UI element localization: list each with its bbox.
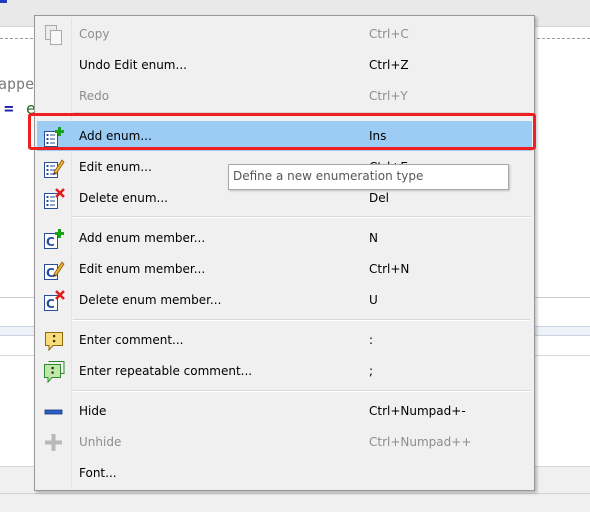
- comment-icon: [43, 330, 65, 352]
- menu-item-edit-enum-member[interactable]: C Edit enum member... Ctrl+N: [37, 254, 532, 284]
- menu-item-shortcut: :: [369, 333, 374, 347]
- delete-enum-member-icon: C: [43, 290, 65, 312]
- menu-item-label: Copy: [79, 27, 110, 41]
- delete-enum-icon: [43, 188, 65, 210]
- edit-enum-member-icon: C: [43, 259, 65, 281]
- menu-item-shortcut: Ctrl+Numpad++: [369, 435, 472, 449]
- hide-icon: [43, 401, 65, 423]
- menu-item-font[interactable]: Font...: [37, 458, 532, 488]
- menu-item-label: Edit enum member...: [79, 262, 206, 276]
- menu-item-label: Font...: [79, 466, 117, 480]
- menu-item-label: Delete enum member...: [79, 293, 222, 307]
- menu-item-label: Enter repeatable comment...: [79, 364, 253, 378]
- repeatable-comment-icon: [43, 361, 65, 384]
- menu-item-label: Unhide: [79, 435, 122, 449]
- menu-item-label: Enter comment...: [79, 333, 184, 347]
- menu-item-enter-comment[interactable]: Enter comment... :: [37, 325, 532, 355]
- menu-item-shortcut: U: [369, 293, 378, 307]
- svg-text:C: C: [46, 266, 55, 280]
- menu-item-undo[interactable]: Undo Edit enum... Ctrl+Z: [37, 50, 532, 80]
- menu-item-shortcut: ;: [369, 364, 374, 378]
- add-enum-member-icon: C: [43, 228, 65, 250]
- menu-item-shortcut: Ctrl+Y: [369, 89, 408, 103]
- menu-item-add-enum[interactable]: Add enum... Ins: [37, 121, 532, 151]
- menu-item-shortcut: N: [369, 231, 378, 245]
- menu-item-label: Redo: [79, 89, 110, 103]
- context-menu: Copy Ctrl+C Undo Edit enum... Ctrl+Z Red…: [34, 15, 535, 491]
- menu-separator: [73, 319, 530, 321]
- menu-item-shortcut: Ins: [369, 129, 387, 143]
- menu-separator: [73, 390, 530, 392]
- menu-item-delete-enum-member[interactable]: C Delete enum member... U: [37, 285, 532, 315]
- menu-item-label: Delete enum...: [79, 191, 168, 205]
- menu-item-label: Hide: [79, 404, 107, 418]
- copy-icon: [43, 24, 65, 46]
- svg-text:C: C: [46, 297, 55, 311]
- editor-code-operator: =: [4, 99, 14, 118]
- menu-separator: [73, 112, 530, 114]
- tooltip: Define a new enumeration type: [228, 164, 509, 190]
- menu-item-label: Add enum...: [79, 129, 152, 143]
- menu-item-redo[interactable]: Redo Ctrl+Y: [37, 81, 532, 111]
- menu-item-shortcut: Ctrl+C: [369, 27, 409, 41]
- menu-item-label: Add enum member...: [79, 231, 206, 245]
- menu-item-shortcut: Ctrl+N: [369, 262, 410, 276]
- editor-accent-mark: [0, 0, 7, 3]
- menu-item-shortcut: Ctrl+Numpad+-: [369, 404, 466, 418]
- svg-text:C: C: [46, 235, 55, 249]
- bottom-panel-divider: [0, 493, 590, 494]
- menu-item-copy[interactable]: Copy Ctrl+C: [37, 19, 532, 49]
- menu-item-label: Undo Edit enum...: [79, 58, 187, 72]
- tooltip-text: Define a new enumeration type: [233, 169, 424, 183]
- add-enum-icon: [43, 126, 65, 148]
- menu-item-enter-repeatable-comment[interactable]: Enter repeatable comment... ;: [37, 356, 532, 386]
- menu-item-hide[interactable]: Hide Ctrl+Numpad+-: [37, 396, 532, 426]
- menu-item-shortcut: Ctrl+Z: [369, 58, 409, 72]
- menu-item-label: Edit enum...: [79, 160, 152, 174]
- edit-enum-icon: [43, 157, 65, 179]
- menu-separator: [73, 216, 530, 218]
- unhide-icon: [43, 432, 65, 454]
- menu-item-unhide[interactable]: Unhide Ctrl+Numpad++: [37, 427, 532, 457]
- menu-item-shortcut: Del: [369, 191, 389, 205]
- menu-item-add-enum-member[interactable]: C Add enum member... N: [37, 223, 532, 253]
- editor-code-fragment: appe: [0, 75, 35, 93]
